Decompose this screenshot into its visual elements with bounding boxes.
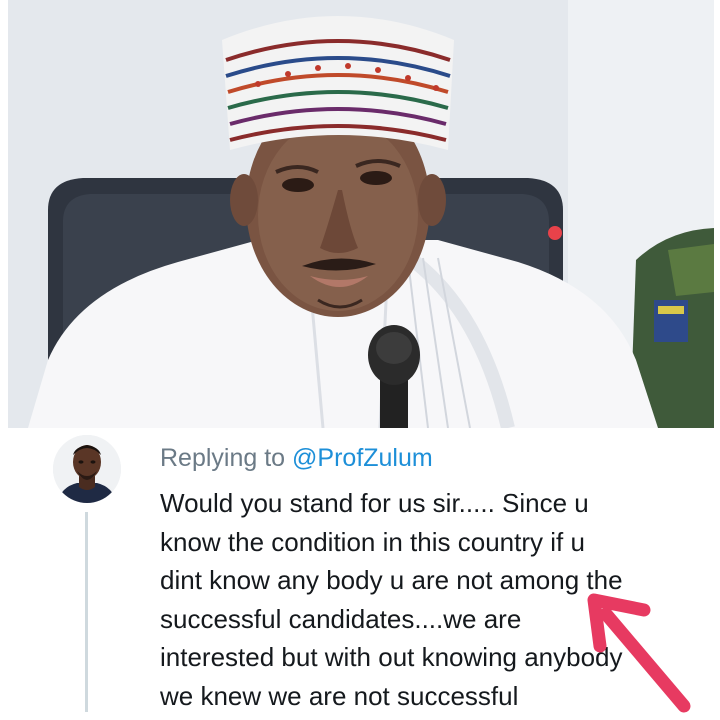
tweet-line: we knew we are not successful — [160, 680, 519, 711]
news-photo — [8, 0, 714, 428]
tweet-line: dint know any body u are not among the — [160, 565, 623, 595]
replying-to: Replying to @ProfZulum — [160, 444, 433, 473]
tweet-line: interested but with out knowing anybody — [160, 642, 623, 672]
tweet-text: Would you stand for us sir..... Since u … — [160, 484, 710, 715]
person-photo-icon — [8, 0, 714, 428]
red-dot-icon — [548, 226, 562, 240]
replying-handle-link[interactable]: @ProfZulum — [292, 444, 433, 472]
tweet-line: know the condition in this country if u — [160, 526, 585, 557]
replying-prefix: Replying to — [160, 444, 286, 472]
thread-line — [85, 512, 88, 712]
user-avatar-icon — [53, 435, 121, 503]
user-avatar[interactable] — [53, 435, 121, 503]
tweet-line: Would you stand for us sir..... Since u — [160, 488, 589, 518]
tweet-line: successful candidates....we are — [160, 603, 522, 634]
reply-tweet: Replying to @ProfZulum Would you stand f… — [0, 428, 720, 720]
